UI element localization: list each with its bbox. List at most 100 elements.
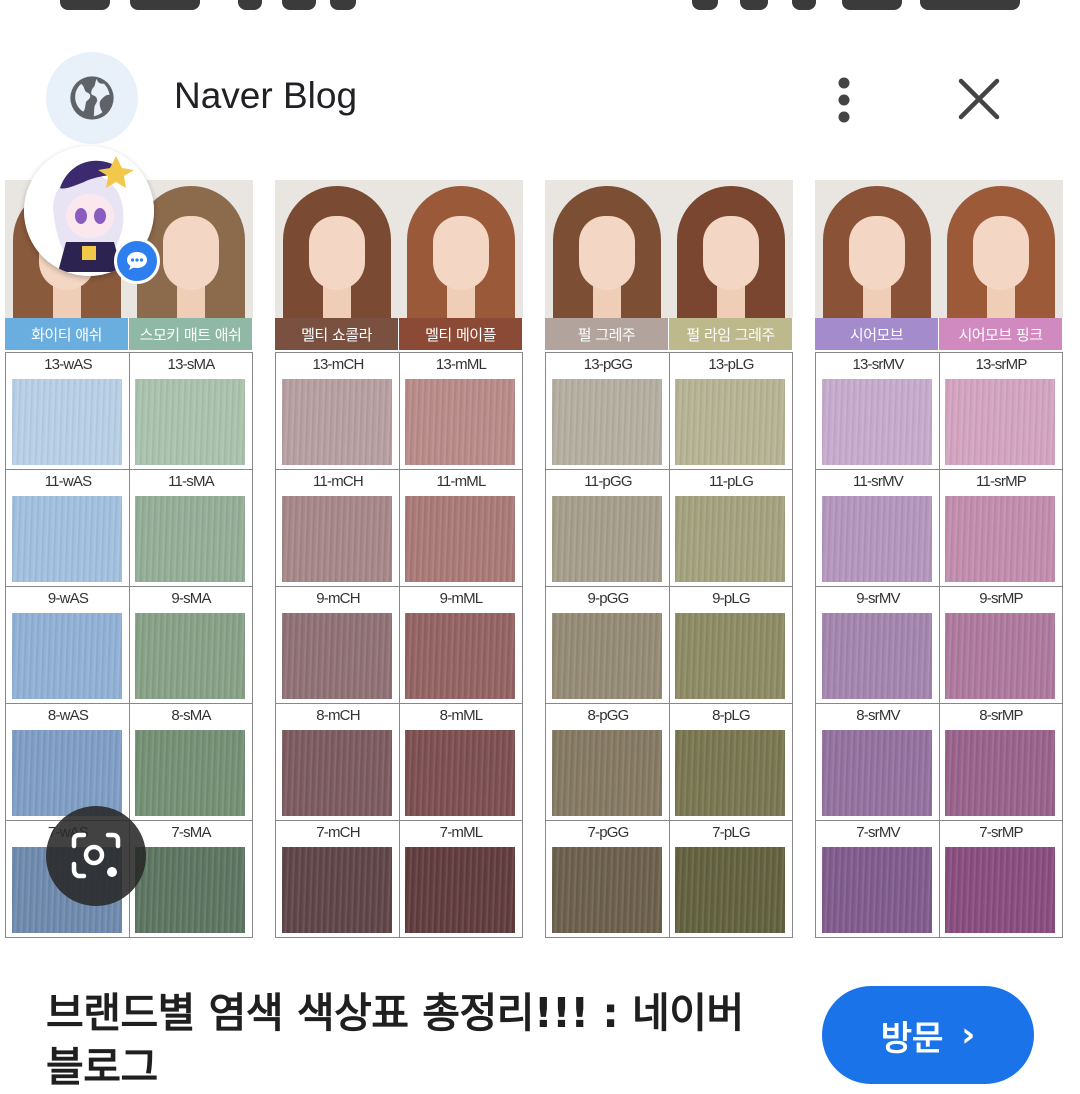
shade-labels: 펄 그레주 펄 라임 그레주 xyxy=(545,318,793,350)
hair-swatch xyxy=(552,379,662,465)
hair-swatch xyxy=(135,847,245,933)
model-face xyxy=(433,216,489,290)
shade-code: 11-wAS xyxy=(44,473,92,490)
hair-swatch xyxy=(675,496,785,582)
swatch-cell: 13-wAS xyxy=(6,353,130,470)
swatch-cell: 11-pLG xyxy=(669,470,793,587)
shade-code: 8-wAS xyxy=(47,707,89,724)
swatch-grid: 13-mCH 13-mML 11-mCH 11-mML 9-mCH 9-mML 8-mCH 8… xyxy=(275,352,523,938)
shade-code: 13-sMA xyxy=(167,356,216,373)
hair-swatch xyxy=(12,613,122,699)
swatch-cell: 11-srMV xyxy=(816,470,940,587)
model-photos xyxy=(275,180,523,318)
swatch-cell: 7-pGG xyxy=(546,821,670,938)
hair-swatch xyxy=(945,613,1055,699)
shade-label: 시어모브 핑크 xyxy=(939,318,1063,350)
shade-code: 7-pGG xyxy=(587,824,629,841)
lens-search-button[interactable] xyxy=(46,806,146,906)
swatch-cell: 11-mML xyxy=(399,470,523,587)
shade-code: 11-srMV xyxy=(853,473,904,490)
shade-label: 펄 그레주 xyxy=(545,318,669,350)
swatch-cell: 8-srMV xyxy=(816,704,940,821)
swatch-cell: 11-wAS xyxy=(6,470,130,587)
swatch-cell: 7-srMV xyxy=(816,821,940,938)
shade-code: 9-srMV xyxy=(856,590,900,607)
hair-swatch xyxy=(552,730,662,816)
swatch-cell: 8-mCH xyxy=(276,704,400,821)
shade-label: 스모키 매트 애쉬 xyxy=(129,318,253,350)
swatch-cell: 8-pGG xyxy=(546,704,670,821)
shade-code: 8-mCH xyxy=(316,707,360,724)
hair-swatch xyxy=(822,847,932,933)
hair-swatch xyxy=(552,613,662,699)
swatch-cell: 13-srMP xyxy=(939,353,1063,470)
model-photo xyxy=(545,180,669,318)
model-face xyxy=(849,216,905,290)
shade-code: 9-mML xyxy=(439,590,483,607)
swatch-cell: 8-srMP xyxy=(939,704,1063,821)
swatch-grid: 13-pGG 13-pLG 11-pGG 11-pLG 9-pGG 9-pLG 8-pGG 8… xyxy=(545,352,793,938)
hair-color-chart-image[interactable]: 화이티 애쉬 스모키 매트 애쉬 13-wAS 13-sMA 11-wAS 11-sMA 9… xyxy=(0,178,1080,940)
swatch-cell: 13-mCH xyxy=(276,353,400,470)
swatch-cell: 11-sMA xyxy=(129,470,253,587)
shade-code: 8-sMA xyxy=(171,707,211,724)
more-vert-icon xyxy=(838,77,850,123)
hair-swatch xyxy=(405,847,515,933)
shade-code: 13-srMP xyxy=(975,356,1027,373)
shade-code: 13-pLG xyxy=(708,356,754,373)
chat-bubble-icon[interactable] xyxy=(114,238,160,284)
swatch-grid: 13-srMV 13-srMP 11-srMV 11-srMP 9-srMV 9-srMP… xyxy=(815,352,1063,938)
shade-label: 화이티 애쉬 xyxy=(5,318,129,350)
swatch-cell: 13-mML xyxy=(399,353,523,470)
hair-swatch xyxy=(135,613,245,699)
more-options-button[interactable] xyxy=(820,70,868,130)
hair-swatch xyxy=(135,496,245,582)
shade-code: 8-srMV xyxy=(856,707,900,724)
model-photo xyxy=(669,180,793,318)
color-panel: 멜티 쇼콜라 멜티 메이플 13-mCH 13-mML 11-mCH 11-mML 9-mC… xyxy=(275,180,523,938)
shade-code: 8-pLG xyxy=(712,707,751,724)
hair-swatch xyxy=(12,496,122,582)
visit-button[interactable]: 방문 › xyxy=(822,986,1034,1084)
shade-labels: 시어모브 시어모브 핑크 xyxy=(815,318,1063,350)
hair-swatch xyxy=(822,496,932,582)
site-name[interactable]: Naver Blog xyxy=(174,75,357,117)
shade-code: 9-wAS xyxy=(47,590,89,607)
close-button[interactable] xyxy=(952,72,1006,126)
visit-button-label: 방문 xyxy=(880,1018,944,1059)
shade-code: 7-pLG xyxy=(712,824,751,841)
shade-code: 7-mCH xyxy=(316,824,360,841)
hair-swatch xyxy=(552,847,662,933)
shade-code: 9-pLG xyxy=(712,590,751,607)
shade-code: 9-pGG xyxy=(587,590,629,607)
hair-swatch xyxy=(675,613,785,699)
model-face xyxy=(309,216,365,290)
hair-swatch xyxy=(282,613,392,699)
swatch-cell: 13-sMA xyxy=(129,353,253,470)
color-panel: 시어모브 시어모브 핑크 13-srMV 13-srMP 11-srMV 11-srMP 9… xyxy=(815,180,1063,938)
hair-swatch xyxy=(405,379,515,465)
swatch-cell: 11-mCH xyxy=(276,470,400,587)
swatch-cell: 8-wAS xyxy=(6,704,130,821)
close-icon xyxy=(958,78,1000,120)
hair-swatch xyxy=(282,379,392,465)
hair-swatch xyxy=(675,379,785,465)
hair-swatch xyxy=(552,496,662,582)
hair-swatch xyxy=(405,730,515,816)
model-face xyxy=(973,216,1029,290)
hair-swatch xyxy=(675,847,785,933)
shade-code: 7-srMV xyxy=(856,824,900,841)
hair-swatch xyxy=(405,496,515,582)
shade-code: 13-pGG xyxy=(583,356,633,373)
shade-code: 7-srMP xyxy=(979,824,1023,841)
result-title[interactable]: 브랜드별 염색 색상표 총정리!!! : 네이버 블로그 xyxy=(46,986,766,1094)
shade-label: 시어모브 xyxy=(815,318,939,350)
swatch-cell: 13-pLG xyxy=(669,353,793,470)
shade-code: 9-mCH xyxy=(316,590,360,607)
hair-swatch xyxy=(945,379,1055,465)
swatch-cell: 7-mML xyxy=(399,821,523,938)
shade-code: 7-mML xyxy=(439,824,483,841)
shade-code: 13-wAS xyxy=(44,356,93,373)
shade-code: 9-srMP xyxy=(979,590,1023,607)
model-photos xyxy=(545,180,793,318)
